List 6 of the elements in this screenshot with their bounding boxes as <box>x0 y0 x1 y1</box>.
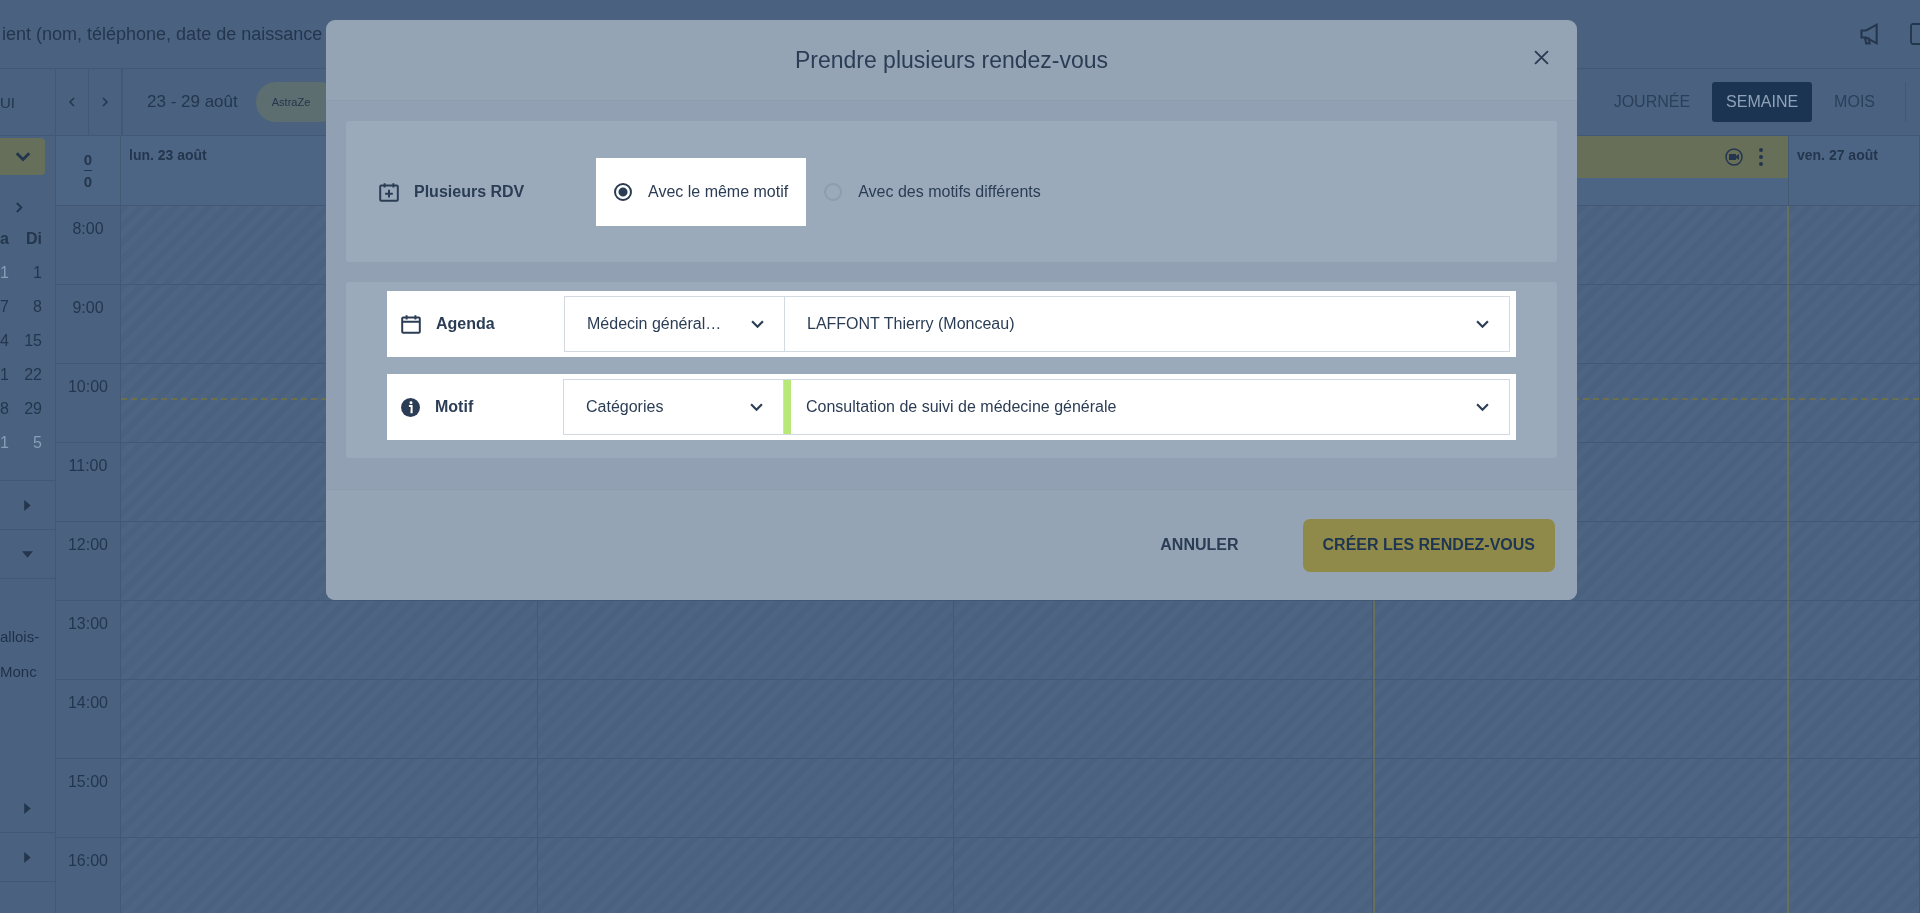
field-label: Plusieurs RDV <box>414 182 526 201</box>
field-label: Motif <box>435 398 475 416</box>
agenda-name: Monc <box>0 662 38 682</box>
agenda-name: allois- <box>0 627 41 647</box>
field-label: Agenda <box>436 315 496 333</box>
dialog-title: Prendre plusieurs rendez-vous <box>794 46 1109 74</box>
